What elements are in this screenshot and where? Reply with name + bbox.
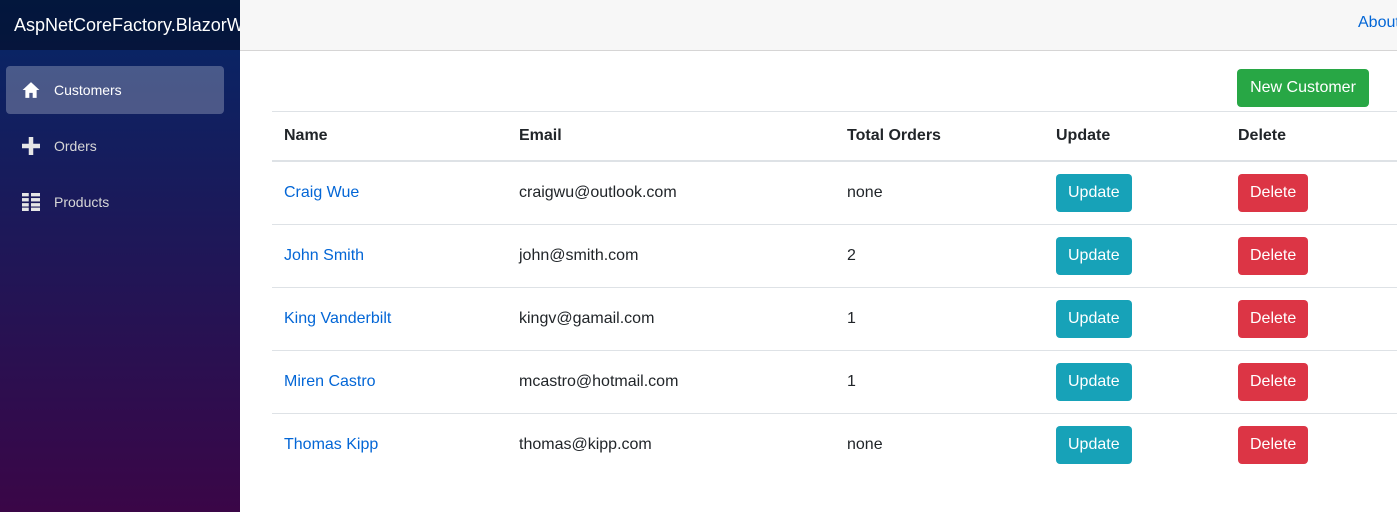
- sidebar-item-customers[interactable]: Customers: [6, 66, 224, 114]
- update-button[interactable]: Update: [1056, 426, 1132, 464]
- sidebar-item-products[interactable]: Products: [6, 178, 224, 226]
- customer-name-link[interactable]: King Vanderbilt: [284, 310, 391, 327]
- delete-button[interactable]: Delete: [1238, 174, 1309, 212]
- customer-email: mcastro@hotmail.com: [507, 350, 835, 414]
- column-header-update: Update: [1044, 111, 1226, 162]
- app-brand-link[interactable]: AspNetCoreFactory.BlazorWe: [14, 15, 240, 36]
- sidebar-item-orders[interactable]: Orders: [6, 122, 224, 170]
- update-button[interactable]: Update: [1056, 300, 1132, 338]
- column-header-name: Name: [272, 111, 507, 162]
- customer-name-link[interactable]: Thomas Kipp: [284, 436, 378, 453]
- brand-bar: AspNetCoreFactory.BlazorWe: [0, 0, 240, 50]
- table-row: John Smith john@smith.com 2 Update Delet…: [272, 224, 1397, 288]
- customer-name-link[interactable]: Miren Castro: [284, 373, 376, 390]
- top-row: About: [240, 0, 1397, 51]
- update-button[interactable]: Update: [1056, 363, 1132, 401]
- list-icon: [22, 193, 40, 211]
- column-header-delete: Delete: [1226, 111, 1397, 162]
- sidebar: AspNetCoreFactory.BlazorWe Customers Ord…: [0, 0, 240, 512]
- sidebar-item-label: Products: [54, 194, 110, 210]
- nav-menu: Customers Orders Products: [0, 50, 240, 226]
- home-icon: [22, 81, 40, 99]
- table-row: Miren Castro mcastro@hotmail.com 1 Updat…: [272, 350, 1397, 414]
- about-link[interactable]: About: [1358, 14, 1397, 32]
- table-row: Thomas Kipp thomas@kipp.com none Update …: [272, 413, 1397, 476]
- customer-total-orders: none: [847, 184, 883, 201]
- plus-icon: [22, 137, 40, 155]
- customer-total-orders: 1: [835, 350, 1044, 414]
- table-row: King Vanderbilt kingv@gamail.com 1 Updat…: [272, 287, 1397, 351]
- new-customer-button[interactable]: New Customer: [1237, 69, 1369, 107]
- delete-button[interactable]: Delete: [1238, 300, 1309, 338]
- table-header-row: Name Email Total Orders Update Delete: [272, 111, 1397, 162]
- sidebar-item-label: Customers: [54, 82, 122, 98]
- customer-total-orders: none: [835, 413, 1044, 476]
- update-button[interactable]: Update: [1056, 237, 1132, 275]
- customer-email: thomas@kipp.com: [507, 413, 835, 476]
- customer-name-link[interactable]: Craig Wue: [284, 184, 359, 201]
- column-header-total-orders: Total Orders: [835, 111, 1044, 162]
- customer-email: kingv@gamail.com: [507, 287, 835, 351]
- table-row: Craig Wue craigwu@outlook.com none Updat…: [272, 161, 1397, 225]
- customer-name-link[interactable]: John Smith: [284, 247, 364, 264]
- delete-button[interactable]: Delete: [1238, 237, 1309, 275]
- delete-button[interactable]: Delete: [1238, 426, 1309, 464]
- customer-email: john@smith.com: [507, 224, 835, 288]
- customer-total-orders: 1: [835, 287, 1044, 351]
- update-button[interactable]: Update: [1056, 174, 1132, 212]
- customer-total-orders: 2: [835, 224, 1044, 288]
- customers-table: Name Email Total Orders Update Delete Cr…: [272, 111, 1397, 476]
- delete-button[interactable]: Delete: [1238, 363, 1309, 401]
- sidebar-item-label: Orders: [54, 138, 97, 154]
- customer-email: craigwu@outlook.com: [519, 184, 677, 201]
- column-header-email: Email: [507, 111, 835, 162]
